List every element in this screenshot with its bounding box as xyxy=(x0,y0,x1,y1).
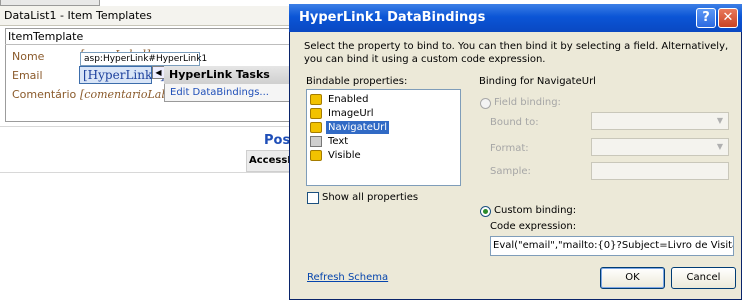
help-icon[interactable]: ? xyxy=(696,8,716,28)
sample-label: Sample: xyxy=(490,166,531,177)
property-icon xyxy=(310,108,322,119)
property-item-enabled[interactable]: Enabled xyxy=(326,93,370,106)
code-expression-input[interactable]: Eval("email","mailto:{0}?Subject=Livro d… xyxy=(490,236,734,256)
property-item-navigateurl[interactable]: NavigateUrl xyxy=(326,121,390,134)
property-icon xyxy=(310,94,322,105)
bound-to-select[interactable]: ▼ xyxy=(591,112,729,130)
divider xyxy=(0,172,300,173)
bound-property-icon xyxy=(310,136,322,147)
dialog-title: HyperLink1 DataBindings xyxy=(289,4,742,32)
control-smart-tag: asp:HyperLink#HyperLink1 xyxy=(80,52,207,66)
field-binding-label[interactable]: Field binding: xyxy=(494,97,561,108)
hyperlink-control[interactable]: [HyperLink1] xyxy=(79,66,165,84)
property-item-imageurl[interactable]: ImageUrl xyxy=(326,107,376,120)
radio-selected-dot xyxy=(483,209,488,214)
close-icon[interactable]: ✕ xyxy=(718,8,738,28)
bound-to-label: Bound to: xyxy=(490,117,539,128)
hyperlink-tasks-title: HyperLink Tasks xyxy=(164,66,294,84)
dialog-description: Select the property to bind to. You can … xyxy=(304,41,729,65)
email-label: Email xyxy=(12,69,43,82)
template-header: DataList1 - Item Templates xyxy=(0,6,300,26)
item-template-title: ItemTemplate xyxy=(8,30,84,43)
refresh-schema-link[interactable]: Refresh Schema xyxy=(307,272,388,283)
custom-binding-label[interactable]: Custom binding: xyxy=(494,205,576,216)
edit-databindings-link[interactable]: Edit DataBindings... xyxy=(170,87,269,98)
property-item-text[interactable]: Text xyxy=(326,135,350,148)
nome-label: Nome xyxy=(12,50,45,63)
property-item-visible[interactable]: Visible xyxy=(326,149,363,162)
code-expression-label: Code expression: xyxy=(490,221,577,232)
format-label: Format: xyxy=(490,143,529,154)
show-all-properties-checkbox[interactable] xyxy=(307,192,319,204)
bindable-properties-label: Bindable properties: xyxy=(306,76,408,87)
cancel-button[interactable]: Cancel xyxy=(671,267,736,289)
show-all-properties-label[interactable]: Show all properties xyxy=(322,192,418,203)
field-binding-radio[interactable] xyxy=(480,98,491,109)
chevron-down-icon: ▼ xyxy=(716,116,724,125)
binding-for-label: Binding for NavigateUrl xyxy=(479,76,596,87)
sample-field[interactable] xyxy=(591,162,729,180)
ok-button[interactable]: OK xyxy=(600,267,665,289)
property-icon xyxy=(310,150,322,161)
divider xyxy=(0,126,300,127)
format-select[interactable]: ▼ xyxy=(591,138,729,156)
chevron-down-icon: ▼ xyxy=(716,142,724,151)
property-icon xyxy=(310,122,322,133)
comentario-label: Comentário xyxy=(12,88,77,101)
